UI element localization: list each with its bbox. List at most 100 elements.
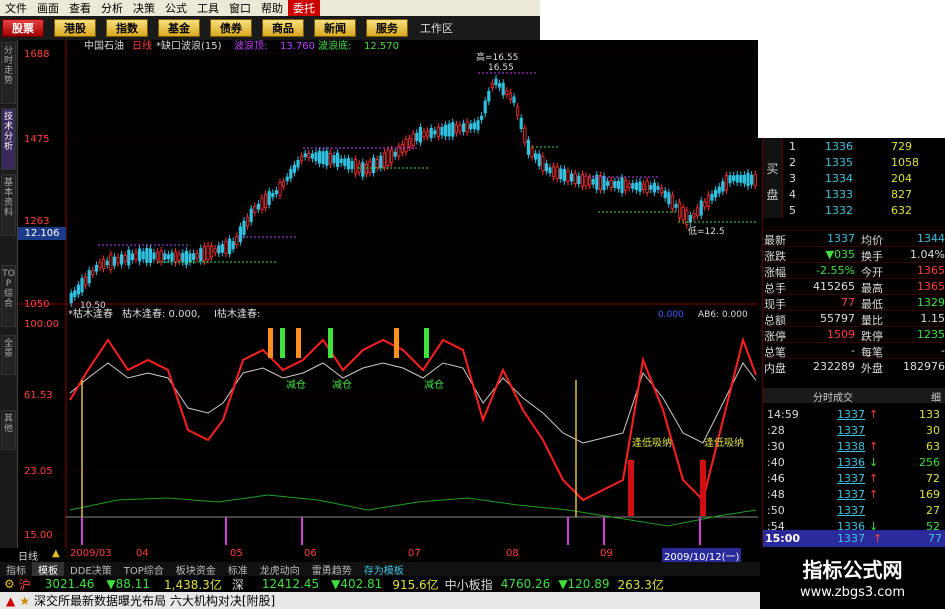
- orderbook-level: 3: [789, 172, 796, 185]
- stat-row: 最新 1337 均价 1344: [763, 230, 945, 247]
- stat-row: 内盘 232289 外盘 182976: [763, 358, 945, 375]
- watermark-title: 指标公式网: [802, 558, 903, 582]
- toolbar: 股票 港股 指数 基金 债券 商品 新闻 服务 工作区: [0, 16, 540, 40]
- tab-8[interactable]: 存为模板: [358, 562, 410, 577]
- toolbar-button-bond[interactable]: 债券: [210, 19, 252, 37]
- current-price-tag: 12.106: [18, 227, 66, 240]
- trades-header-detail[interactable]: 细: [931, 389, 941, 404]
- price-axis-1: 1688: [24, 49, 49, 60]
- stat-value-2: 1.04%: [910, 248, 945, 261]
- period-selector-arrow[interactable]: ▲: [52, 548, 60, 559]
- orderbook-row[interactable]: 5 1332 632: [763, 202, 945, 218]
- orderbook-row[interactable]: 4 1333 827: [763, 186, 945, 202]
- trade-price: 1337: [837, 504, 865, 517]
- trade-time: :50: [767, 504, 785, 517]
- stat-value-2: 1344: [917, 232, 945, 245]
- orderbook-row[interactable]: 2 1335 1058: [763, 154, 945, 170]
- orderbook-row[interactable]: 3 1334 204: [763, 170, 945, 186]
- tab-5[interactable]: 标准: [222, 562, 254, 577]
- star-icon: ★: [19, 593, 30, 608]
- menu-item-9[interactable]: 委托: [288, 0, 320, 16]
- signal-bar: [328, 328, 333, 358]
- tab-4[interactable]: 板块资金: [170, 562, 222, 577]
- tab-3[interactable]: TOP综合: [118, 562, 170, 577]
- high-label-2: 16.55: [488, 63, 514, 73]
- date-tick-5: 07: [408, 548, 421, 559]
- buy-signal-bar: [628, 460, 634, 516]
- date-tick-6: 08: [506, 548, 519, 559]
- stat-value-2: 1365: [917, 280, 945, 293]
- stat-label: 内盘: [764, 362, 786, 375]
- menu-item-6[interactable]: 工具: [192, 0, 224, 16]
- tab-other[interactable]: 其他: [1, 410, 16, 450]
- sh-amount: 1,438.3亿: [164, 577, 222, 592]
- tab-top[interactable]: TOP综合: [1, 265, 16, 327]
- orderbook-price: 1336: [825, 140, 853, 153]
- tab-fundamentals[interactable]: 基本资料: [1, 174, 16, 236]
- menu-item-5[interactable]: 公式: [160, 0, 192, 16]
- tab-2[interactable]: DDE决策: [64, 562, 118, 577]
- stat-value: 55797: [820, 312, 855, 325]
- tab-1[interactable]: 模板: [32, 561, 64, 577]
- trade-arrow: ↑: [869, 488, 879, 501]
- left-tabs: 分时走势 技术分析 基本资料 TOP综合 全景 其他: [0, 40, 18, 548]
- watermark-url: www.zbgs3.com: [799, 585, 906, 600]
- sz-index: 12412.45: [261, 577, 320, 591]
- menu-item-4[interactable]: 决策: [128, 0, 160, 16]
- toolbar-button-hk[interactable]: 港股: [54, 19, 96, 37]
- trade-volume: 133: [919, 408, 940, 421]
- workarea-label[interactable]: 工作区: [420, 20, 453, 36]
- sub-indicator-name: *枯木逢春: [68, 307, 113, 320]
- news-ticker[interactable]: ▲ ★ 深交所最新数据曝光布局 六大机构对决[附股]: [0, 592, 760, 609]
- price-axis-4: 1050: [24, 299, 49, 310]
- menu-item-1[interactable]: 画面: [32, 0, 64, 16]
- signal-bar: [296, 328, 301, 358]
- tab-intraday[interactable]: 分时走势: [1, 42, 16, 104]
- menu-item-7[interactable]: 窗口: [224, 0, 256, 16]
- orderbook-price: 1332: [825, 204, 853, 217]
- tab-6[interactable]: 龙虎动向: [254, 562, 306, 577]
- date-tick-2: 04: [136, 548, 149, 559]
- toolbar-button-stocks[interactable]: 股票: [2, 19, 44, 37]
- trade-price: 1337: [837, 424, 865, 437]
- orderbook-volume: 729: [891, 140, 912, 153]
- tab-technical[interactable]: 技术分析: [1, 108, 16, 170]
- trade-arrow: ↑: [869, 440, 879, 453]
- stat-row: 涨跌 ▼035 换手 1.04%: [763, 246, 945, 263]
- index-status-bar: ⚙ 沪 3021.46 ▼88.11 1,438.3亿 深 12412.45 ▼…: [0, 576, 760, 592]
- orderbook-volume: 827: [891, 188, 912, 201]
- menu-item-0[interactable]: 文件: [0, 0, 32, 16]
- price-axis-2: 1475: [24, 134, 49, 145]
- wave-low-value: 12.570: [364, 41, 399, 52]
- orderbook-level: 2: [789, 156, 796, 169]
- annotation-buy-2: 逢低吸纳: [704, 436, 744, 449]
- tab-7[interactable]: 雷勇趋势: [306, 562, 358, 577]
- trade-row: :30 1338 ↑ 63: [763, 438, 945, 455]
- menu-item-2[interactable]: 查看: [64, 0, 96, 16]
- toolbar-button-fund[interactable]: 基金: [158, 19, 200, 37]
- signal-bar: [424, 328, 429, 358]
- stat-value: 1509: [827, 328, 855, 341]
- stat-value: 232289: [813, 360, 855, 373]
- toolbar-button-service[interactable]: 服务: [366, 19, 408, 37]
- sub-indicator-value-2: I枯木逢春:: [214, 307, 260, 320]
- sub-indicator-value: 枯木逢春: 0.000,: [122, 307, 200, 320]
- stat-value-2: 1.15: [920, 312, 945, 325]
- orderbook-row[interactable]: 1 1336 729: [763, 138, 945, 154]
- annotation-buy-1: 逢低吸纳: [632, 436, 672, 449]
- tab-0[interactable]: 指标: [0, 562, 32, 577]
- stat-label-2: 外盘: [861, 362, 883, 375]
- refresh-icon[interactable]: ⚙: [4, 577, 15, 591]
- stat-value: 77: [841, 296, 855, 309]
- tab-panorama[interactable]: 全景: [1, 335, 16, 375]
- menu-item-3[interactable]: 分析: [96, 0, 128, 16]
- menu-item-8[interactable]: 帮助: [256, 0, 288, 16]
- toolbar-button-news[interactable]: 新闻: [314, 19, 356, 37]
- annotation-reduce-1: 减仓: [286, 378, 306, 391]
- kline-chart[interactable]: 中国石油 日线 *缺口波浪(15) 波浪顶: 13.760 波浪底: 12.57…: [18, 40, 758, 548]
- price-axis-3: 1263: [24, 216, 49, 227]
- menu-bar: 文件 画面 查看 分析 决策 公式 工具 窗口 帮助 委托: [0, 0, 540, 16]
- news-headline[interactable]: 深交所最新数据曝光布局 六大机构对决[附股]: [34, 592, 275, 609]
- toolbar-button-index[interactable]: 指数: [106, 19, 148, 37]
- toolbar-button-commodity[interactable]: 商品: [262, 19, 304, 37]
